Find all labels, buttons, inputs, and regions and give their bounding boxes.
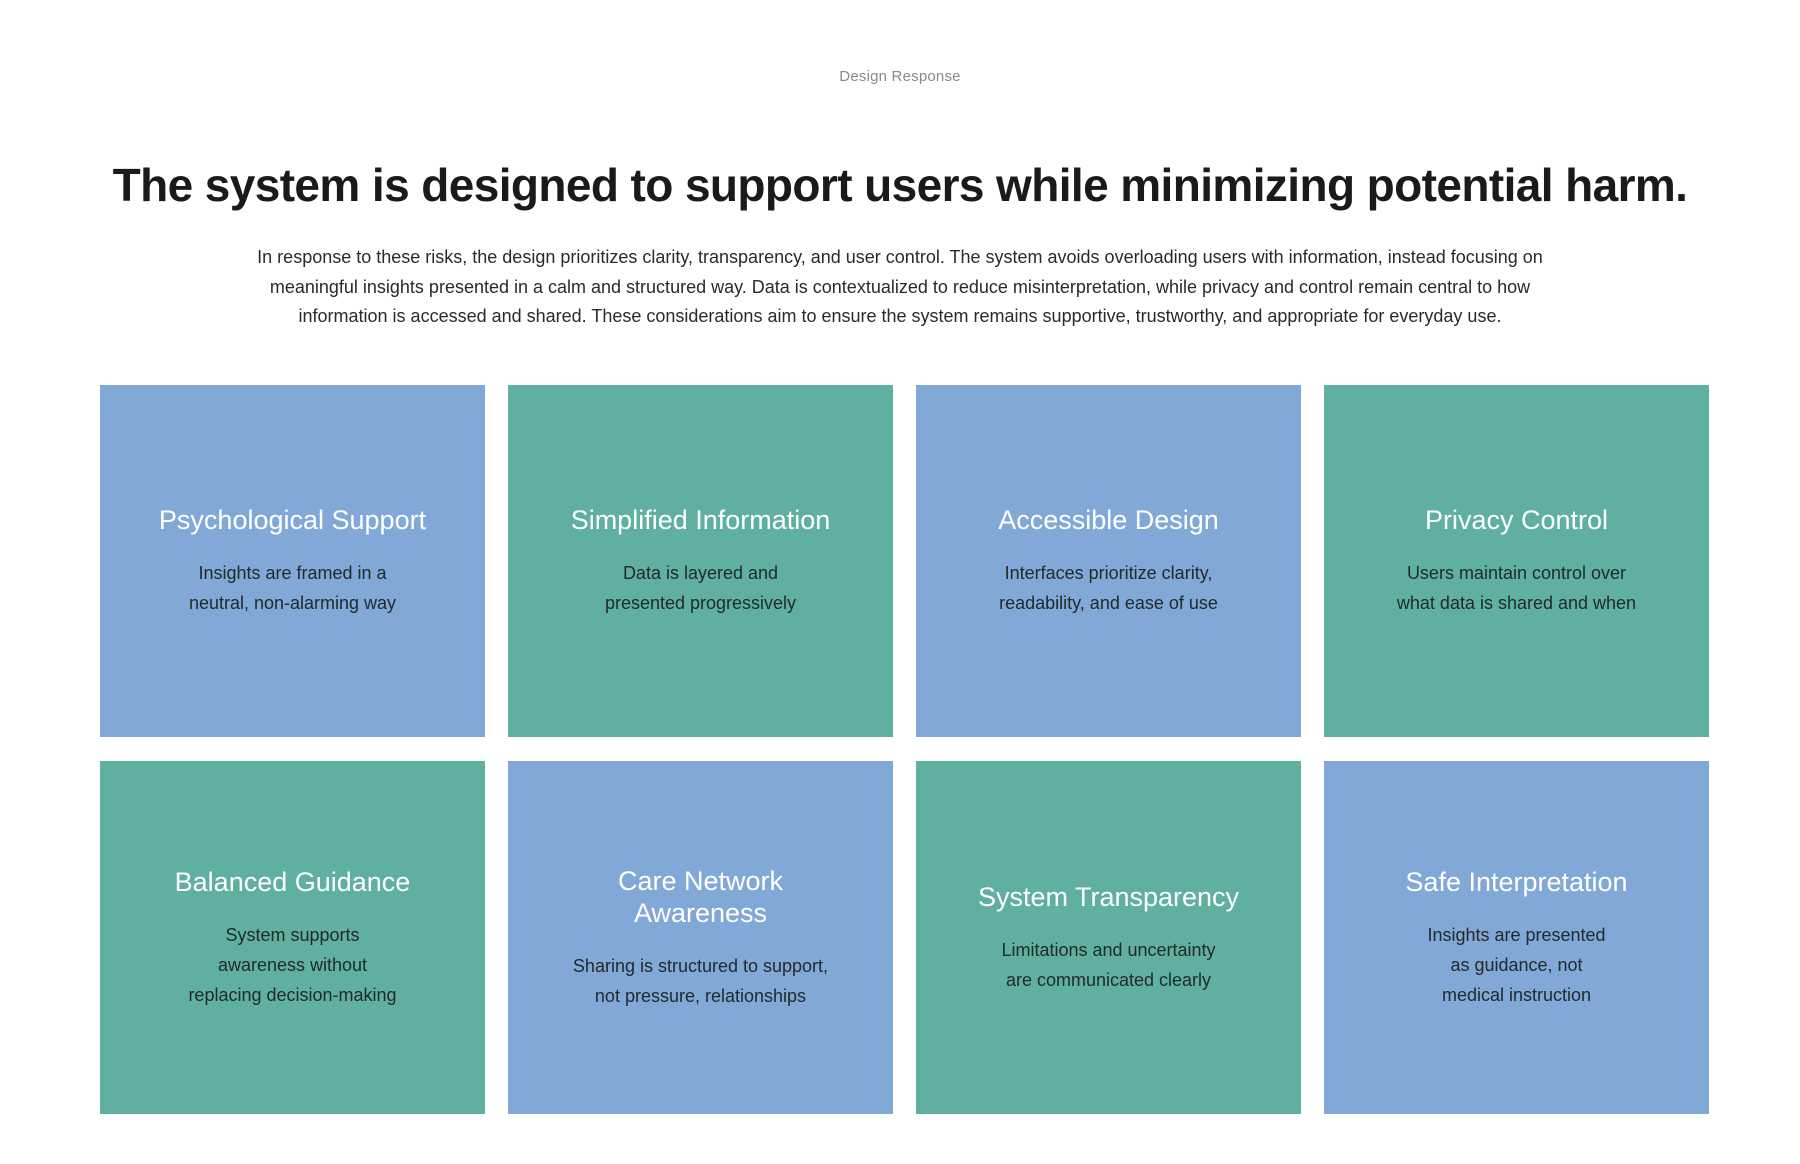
intro-paragraph: In response to these risks, the design p… (257, 247, 1543, 326)
card-description: Users maintain control over what data is… (1396, 563, 1637, 613)
card-title: Care Network Awareness (617, 865, 784, 928)
card-accessible-design: Accessible Design Interfaces prioritize … (916, 385, 1301, 737)
card-safe-interpretation: Safe Interpretation Insights are present… (1324, 761, 1709, 1114)
section-eyebrow: Design Response (839, 68, 961, 85)
card-title: Safe Interpretation (1405, 866, 1628, 897)
principles-grid: Psychological Support Insights are frame… (100, 385, 1710, 1114)
card-balanced-guidance: Balanced Guidance System supports awaren… (100, 761, 485, 1114)
card-title: System Transparency (977, 881, 1240, 912)
card-title: Privacy Control (1424, 505, 1609, 535)
card-description: Limitations and uncertainty are communic… (1001, 939, 1216, 990)
card-description: Sharing is structured to support, not pr… (572, 955, 829, 1006)
card-description: System supports awareness without replac… (188, 924, 397, 1005)
card-description: Insights are presented as guidance, not … (1427, 924, 1606, 1005)
card-system-transparency: System Transparency Limitations and unce… (916, 761, 1301, 1114)
card-simplified-information: Simplified Information Data is layered a… (508, 385, 893, 737)
card-care-network-awareness: Care Network Awareness Sharing is struct… (508, 761, 893, 1114)
card-psychological-support: Psychological Support Insights are frame… (100, 385, 485, 737)
card-title: Simplified Information (570, 505, 831, 535)
card-title: Accessible Design (998, 505, 1219, 535)
page-title: The system is designed to support users … (112, 159, 1688, 211)
card-description: Interfaces prioritize clarity, readabili… (999, 563, 1218, 613)
card-privacy-control: Privacy Control Users maintain control o… (1324, 385, 1709, 737)
card-title: Psychological Support (158, 505, 427, 535)
card-description: Insights are framed in a neutral, non-al… (188, 563, 397, 613)
card-description: Data is layered and presented progressiv… (604, 563, 797, 613)
card-title: Balanced Guidance (174, 866, 411, 897)
